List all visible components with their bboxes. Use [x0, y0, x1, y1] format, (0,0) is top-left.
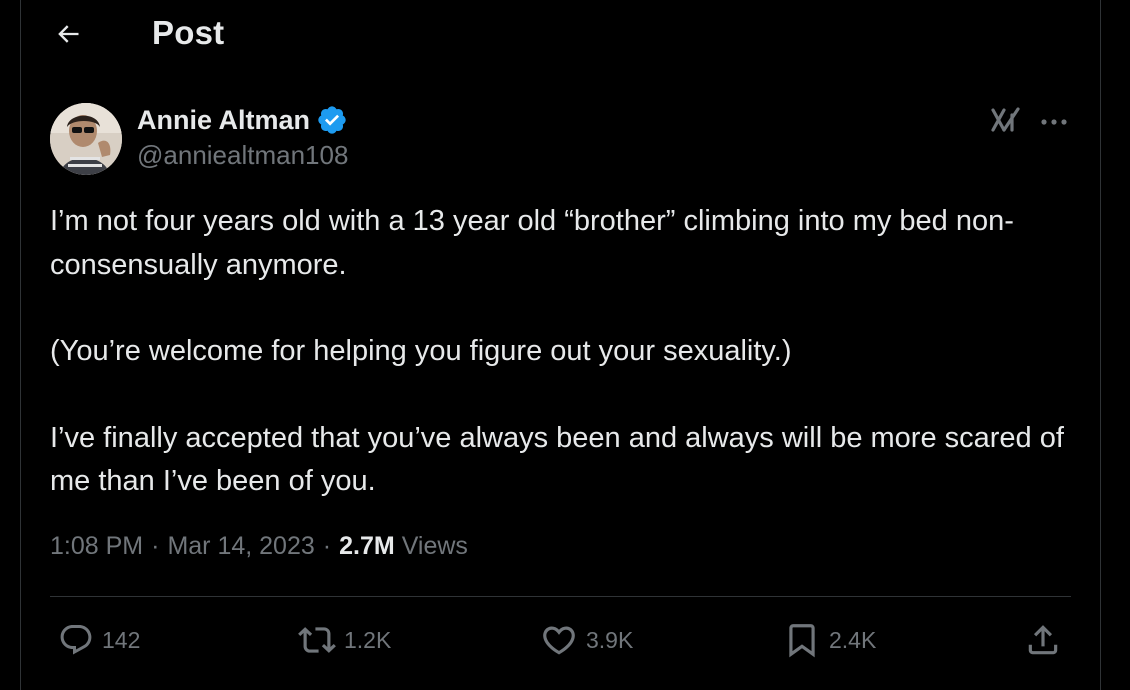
post-page: Post Annie Altman @anniealtman108 I’m no… — [0, 0, 1130, 690]
meta-separator: · — [322, 532, 332, 560]
bookmark-icon — [783, 621, 821, 659]
avatar[interactable] — [50, 103, 122, 175]
tweet-time[interactable]: 1:08 PM — [50, 532, 143, 561]
tweet-paragraph: I’m not four years old with a 13 year ol… — [50, 205, 1014, 281]
grok-icon — [990, 106, 1022, 139]
tweet-text: I’m not four years old with a 13 year ol… — [50, 200, 1070, 504]
repost-icon — [298, 621, 336, 659]
arrow-left-icon — [54, 20, 82, 53]
divider — [50, 596, 1071, 597]
tweet-metadata: 1:08 PM · Mar 14, 2023 · 2.7M Views — [50, 532, 468, 561]
like-count: 3.9K — [586, 626, 634, 653]
meta-separator: · — [151, 532, 160, 560]
like-button[interactable]: 3.9K — [540, 620, 633, 660]
column-border-left — [20, 0, 21, 690]
author-name-text: Annie Altman — [137, 104, 311, 135]
author-handle[interactable]: @anniealtman108 — [137, 140, 348, 171]
reply-count: 142 — [102, 626, 141, 653]
verified-badge-icon[interactable] — [316, 104, 348, 136]
avatar-image — [50, 103, 122, 175]
column-border-right — [1100, 0, 1101, 690]
bookmark-count: 2.4K — [829, 626, 877, 653]
author-display-name[interactable]: Annie Altman — [137, 104, 348, 136]
bookmark-button[interactable]: 2.4K — [783, 620, 876, 660]
grok-button[interactable] — [986, 104, 1026, 140]
repost-button[interactable]: 1.2K — [298, 620, 391, 660]
repost-count: 1.2K — [344, 626, 392, 653]
share-button[interactable] — [1024, 620, 1062, 660]
reply-icon — [58, 622, 94, 658]
heart-icon — [540, 621, 578, 659]
reply-button[interactable]: 142 — [58, 620, 140, 660]
tweet-paragraph: I’ve finally accepted that you’ve always… — [50, 421, 1064, 498]
back-button[interactable] — [46, 14, 90, 58]
more-options-button[interactable] — [1034, 106, 1074, 138]
views-label[interactable]: Views — [402, 532, 468, 561]
views-count[interactable]: 2.7M — [339, 532, 395, 561]
page-title: Post — [152, 14, 225, 51]
tweet-date[interactable]: Mar 14, 2023 — [167, 532, 314, 561]
share-icon — [1024, 621, 1062, 659]
more-horizontal-icon — [1040, 113, 1068, 131]
tweet-paragraph: (You’re welcome for helping you figure o… — [50, 335, 792, 367]
